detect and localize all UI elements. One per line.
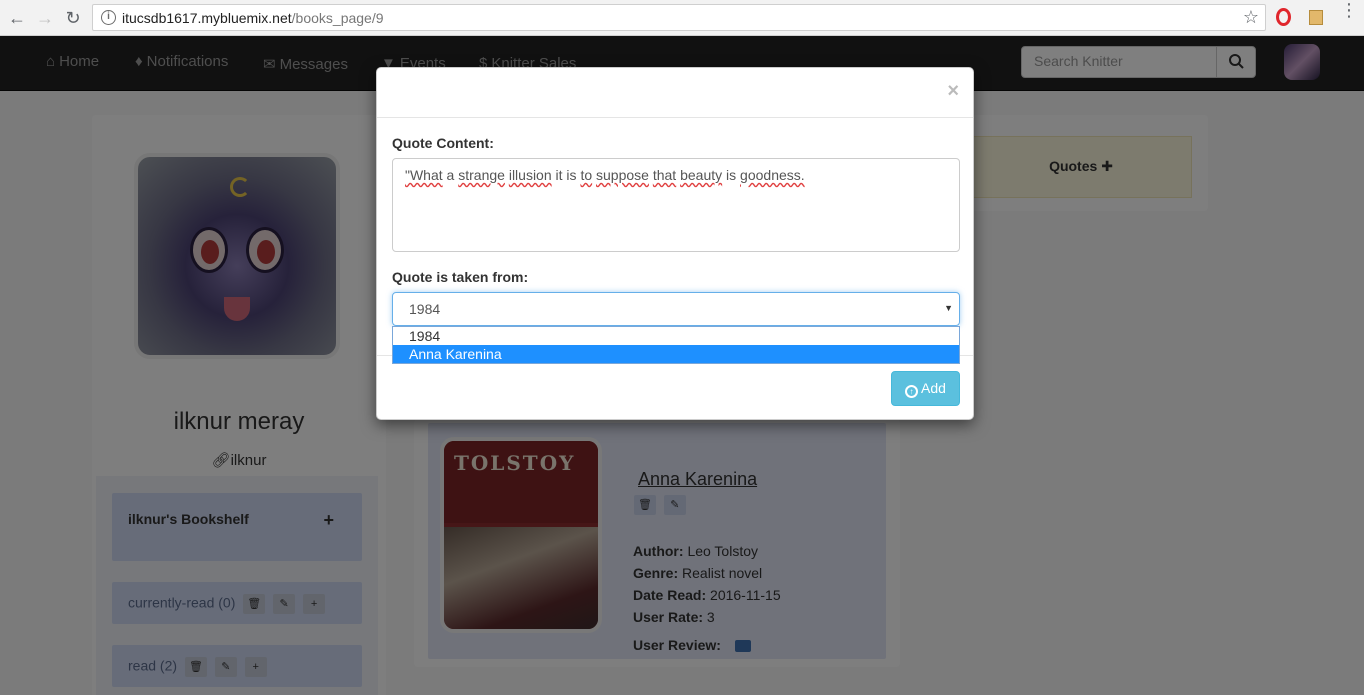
forward-arrow-icon[interactable]: →	[34, 7, 56, 29]
add-quote-button[interactable]: ↑ Add	[891, 371, 960, 406]
url-text: itucsdb1617.mybluemix.net/books_page/9	[122, 10, 384, 26]
quote-word: illusion	[508, 167, 552, 183]
browser-toolbar: ← → ↻ i itucsdb1617.mybluemix.net/books_…	[0, 0, 1364, 36]
quote-source-select[interactable]: 1984 ▼	[392, 292, 960, 326]
option-anna-karenina[interactable]: Anna Karenina	[393, 345, 959, 363]
quote-word: goodness.	[740, 167, 805, 183]
quote-word: is	[726, 167, 737, 183]
bookmark-star-icon[interactable]: ☆	[1243, 7, 1259, 28]
add-label: Add	[921, 380, 946, 396]
modal-header: ×	[377, 68, 973, 118]
quote-source-label: Quote is taken from:	[392, 269, 529, 285]
option-1984[interactable]: 1984	[393, 327, 959, 345]
reload-icon[interactable]: ↻	[62, 7, 84, 29]
notes-extension-icon[interactable]	[1309, 10, 1323, 25]
quote-content-textarea[interactable]: "What a strange illusion it is to suppos…	[392, 158, 960, 252]
url-host: itucsdb1617.mybluemix.net	[122, 10, 292, 26]
caret-down-icon: ▼	[944, 303, 953, 313]
quote-source-options: 1984 Anna Karenina	[392, 326, 960, 364]
quote-word: that	[652, 167, 677, 183]
quote-word: a	[446, 167, 455, 183]
quote-word: beauty	[680, 167, 723, 183]
quote-word: it	[555, 167, 563, 183]
quote-word: strange	[458, 167, 505, 183]
selected-value: 1984	[409, 301, 441, 317]
url-path: /books_page/9	[291, 10, 384, 26]
browser-menu-icon[interactable]: ⋮	[1340, 1, 1358, 19]
quote-word: to	[580, 167, 593, 183]
circle-arrow-up-icon: ↑	[905, 385, 919, 398]
back-arrow-icon[interactable]: ←	[6, 7, 28, 29]
close-icon[interactable]: ×	[947, 81, 959, 101]
info-icon[interactable]: i	[101, 10, 116, 25]
add-quote-modal: × Quote Content: "What a strange illusio…	[376, 67, 974, 420]
quote-content-label: Quote Content:	[392, 135, 494, 151]
quote-word: suppose	[596, 167, 649, 183]
opera-extension-icon[interactable]	[1276, 8, 1291, 26]
quote-word: "What	[405, 167, 443, 183]
address-bar[interactable]: i itucsdb1617.mybluemix.net/books_page/9…	[92, 4, 1266, 31]
quote-word: is	[566, 167, 577, 183]
